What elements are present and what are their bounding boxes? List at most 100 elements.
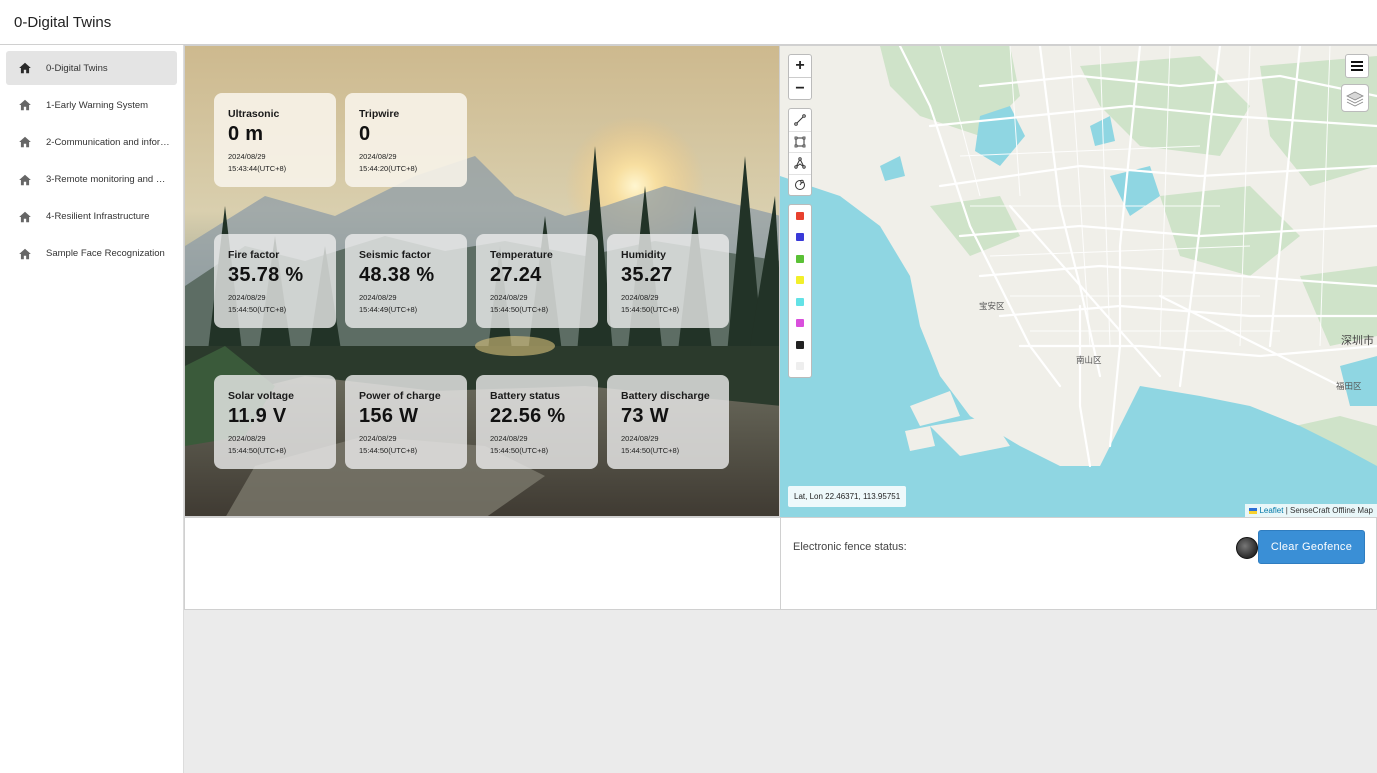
sensor-label: Seismic factor [359, 249, 431, 261]
digital-twin-scene: Ultrasonic 0 m 2024/08/29 15:43:44(UTC+8)… [184, 45, 780, 517]
sensor-value: 35.27 [621, 264, 673, 286]
map-menu-button[interactable] [1345, 54, 1369, 78]
sensor-card-humidity: Humidity 35.27 2024/08/29 15:44:50(UTC+8) [607, 234, 729, 328]
sensor-value: 0 [359, 123, 371, 145]
sensor-value: 156 W [359, 405, 419, 427]
sensor-date: 2024/08/29 [490, 293, 528, 302]
sidebar-item-label: 3-Remote monitoring and Sensing [46, 174, 170, 186]
sensor-time: 15:44:50(UTC+8) [621, 445, 680, 455]
fence-status-indicator [1236, 537, 1258, 559]
sensor-card-solar-voltage: Solar voltage 11.9 V 2024/08/29 15:44:50(… [214, 375, 336, 469]
map-tiles[interactable] [780, 46, 1377, 517]
sensor-date: 2024/08/29 [359, 152, 397, 161]
draw-polygon-button[interactable] [789, 152, 811, 174]
home-icon [19, 99, 31, 111]
empty-panel [184, 517, 781, 610]
sensor-date: 2024/08/29 [490, 434, 528, 443]
draw-rectangle-button[interactable] [789, 130, 811, 153]
zoom-control: + − [788, 54, 812, 100]
polygon-icon [794, 157, 806, 170]
sensor-label: Tripwire [359, 108, 400, 120]
sensor-date: 2024/08/29 [621, 293, 659, 302]
sidebar-item-digital-twins[interactable]: 0-Digital Twins [6, 51, 177, 85]
color-swatch-black[interactable] [789, 334, 811, 356]
swatch-fill [796, 211, 804, 220]
home-icon [19, 137, 31, 148]
map-view[interactable]: 宝安区 南山区 深圳市 福田区 + − Lat, Lon 22.46371, 1… [780, 45, 1377, 517]
sidebar-item-resilient-infrastructure[interactable]: 4-Resilient Infrastructure [6, 200, 177, 234]
page-title: 0-Digital Twins [14, 13, 112, 31]
map-label-shenzhen: 深圳市 [1341, 334, 1374, 347]
sidebar-item-label: Sample Face Recognization [46, 248, 165, 260]
sensor-date: 2024/08/29 [228, 434, 266, 443]
color-swatch-white[interactable] [789, 356, 811, 378]
map-attribution: Leaflet | SenseCraft Offline Map [1245, 504, 1377, 517]
sensor-time: 15:44:50(UTC+8) [621, 304, 680, 314]
color-swatch-yellow[interactable] [789, 270, 811, 292]
rectangle-icon [794, 136, 806, 148]
swatch-fill [796, 362, 804, 371]
polyline-icon [794, 113, 806, 126]
swatch-fill [796, 276, 804, 285]
sensor-label: Ultrasonic [228, 108, 280, 120]
sensor-value: 35.78 % [228, 264, 304, 286]
sidebar-item-face-recognition[interactable]: Sample Face Recognization [6, 237, 177, 271]
map-label-futian: 福田区 [1336, 382, 1362, 392]
zoom-in-button[interactable]: + [789, 55, 811, 77]
sidebar-item-label: 2-Communication and information [46, 136, 170, 148]
sidebar-item-early-warning[interactable]: 1-Early Warning System [6, 88, 177, 122]
sensor-time: 15:44:50(UTC+8) [490, 304, 549, 314]
sensor-time: 15:44:20(UTC+8) [359, 163, 418, 173]
sensor-label: Fire factor [228, 249, 280, 261]
sensor-value: 48.38 % [359, 264, 435, 286]
swatch-fill [796, 297, 804, 306]
sensor-time: 15:43:44(UTC+8) [228, 163, 287, 173]
lat-lon-readout: Lat, Lon 22.46371, 113.95751 [788, 486, 907, 507]
layers-button[interactable] [1341, 84, 1369, 112]
draw-toolbar [788, 108, 812, 197]
circle-icon [795, 179, 805, 191]
sidebar: 0-Digital Twins 1-Early Warning System 2… [0, 45, 184, 773]
sensor-card-ultrasonic: Ultrasonic 0 m 2024/08/29 15:43:44(UTC+8) [214, 93, 336, 187]
sensor-time: 15:44:50(UTC+8) [228, 445, 287, 455]
attribution-text: | SenseCraft Offline Map [1283, 506, 1373, 515]
home-icon [19, 211, 31, 222]
sensor-label: Temperature [490, 249, 553, 261]
fence-panel: Electronic fence status: Clear Geofence [780, 517, 1377, 610]
sidebar-item-label: 1-Early Warning System [46, 99, 149, 111]
sensor-card-temperature: Temperature 27.24 2024/08/29 15:44:50(UTC… [476, 234, 598, 328]
clear-geofence-button[interactable]: Clear Geofence [1258, 530, 1365, 564]
map-label-nanshan: 南山区 [1076, 356, 1102, 366]
color-swatch-magenta[interactable] [789, 313, 811, 335]
color-picker [788, 204, 812, 378]
color-swatch-blue[interactable] [789, 227, 811, 249]
color-swatch-cyan[interactable] [789, 291, 811, 313]
sensor-date: 2024/08/29 [359, 293, 397, 302]
sensor-date: 2024/08/29 [621, 434, 659, 443]
sensor-date: 2024/08/29 [228, 293, 266, 302]
zoom-out-button[interactable]: − [789, 77, 811, 99]
sensor-label: Humidity [621, 249, 666, 261]
sidebar-item-label: 4-Resilient Infrastructure [46, 211, 150, 223]
sensor-time: 15:44:49(UTC+8) [359, 304, 418, 314]
top-bar: 0-Digital Twins [0, 0, 1377, 45]
swatch-fill [796, 340, 804, 349]
home-icon [19, 62, 31, 74]
sidebar-item-remote-monitoring[interactable]: 3-Remote monitoring and Sensing [6, 163, 177, 197]
hamburger-icon [1351, 61, 1363, 71]
sensor-time: 15:44:50(UTC+8) [228, 304, 287, 314]
color-swatch-red[interactable] [789, 205, 811, 227]
sensor-label: Solar voltage [228, 390, 294, 402]
sensor-label: Battery status [490, 390, 561, 402]
sensor-date: 2024/08/29 [228, 152, 266, 161]
swatch-fill [796, 254, 804, 263]
swatch-fill [796, 319, 804, 328]
sensor-card-seismic-factor: Seismic factor 48.38 % 2024/08/29 15:44:4… [345, 234, 467, 328]
draw-circle-button[interactable] [789, 173, 811, 196]
sensor-value: 27.24 [490, 264, 542, 286]
sidebar-item-communication[interactable]: 2-Communication and information [6, 125, 177, 159]
leaflet-link[interactable]: Leaflet [1259, 506, 1283, 515]
draw-polyline-button[interactable] [789, 109, 811, 131]
color-swatch-green[interactable] [789, 248, 811, 270]
home-icon [19, 248, 31, 260]
